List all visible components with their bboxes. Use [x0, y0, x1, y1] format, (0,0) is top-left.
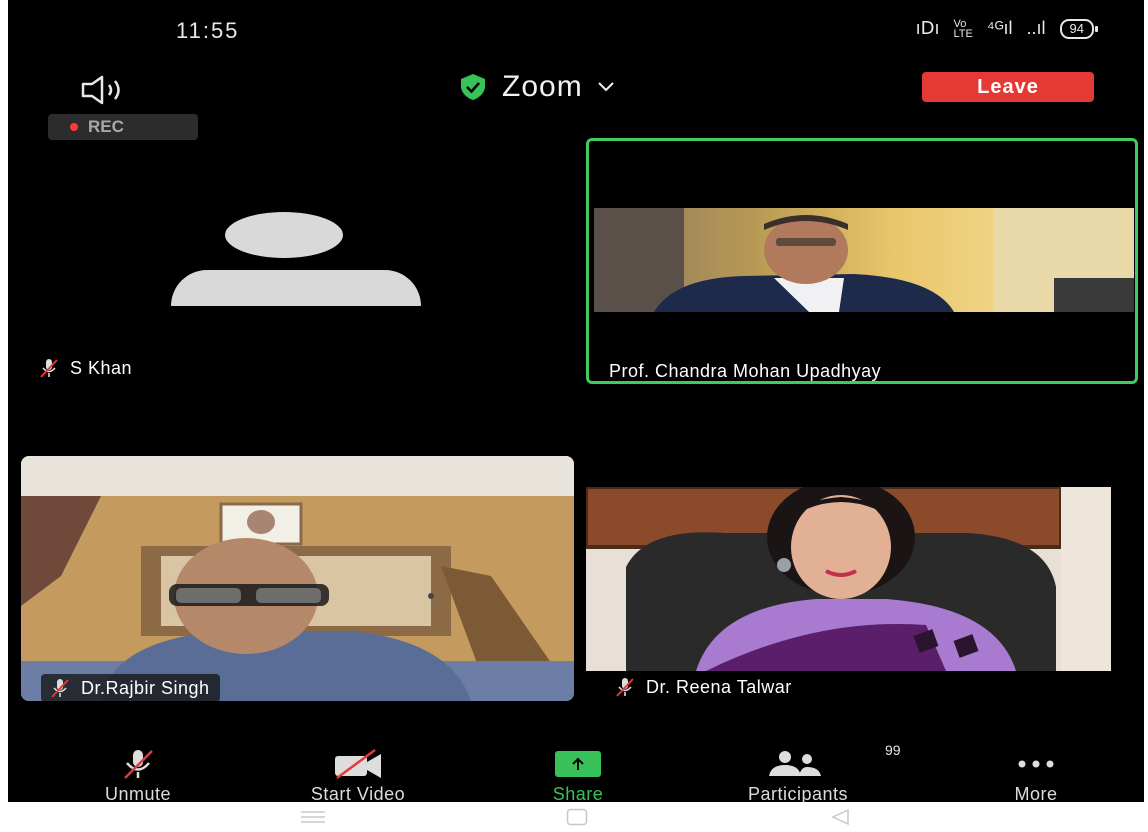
- participant-name-row: S Khan: [38, 357, 132, 379]
- record-dot-icon: [70, 123, 78, 131]
- share-button[interactable]: Share: [478, 748, 678, 802]
- avatar-body: [171, 270, 421, 306]
- video-frame: [594, 208, 1134, 312]
- participants-button[interactable]: 99 Participants: [698, 742, 901, 802]
- participant-name: Prof. Chandra Mohan Upadhyay: [609, 361, 882, 381]
- participant-name: Dr. Reena Talwar: [646, 676, 792, 697]
- meeting-toolbar: Unmute Start Video Share 99 Participants…: [8, 742, 1144, 802]
- back-icon[interactable]: [830, 808, 850, 826]
- vibrate-icon: ıⅮı: [915, 18, 940, 38]
- home-icon[interactable]: [566, 808, 588, 826]
- rec-label: REC: [88, 117, 124, 136]
- mic-off-icon: [616, 678, 634, 697]
- share-icon: [555, 751, 601, 777]
- participant-name: S Khan: [70, 357, 133, 378]
- battery-indicator: 94: [1059, 18, 1099, 39]
- participant-video: [594, 208, 1134, 312]
- mic-off-icon: [51, 679, 69, 698]
- mic-off-icon: [40, 359, 58, 378]
- start-video-label: Start Video: [310, 784, 406, 802]
- more-button[interactable]: More: [936, 748, 1136, 802]
- participants-label: Participants: [747, 784, 849, 802]
- meeting-title: Zoom: [502, 70, 583, 103]
- recording-badge[interactable]: REC: [48, 114, 198, 140]
- status-time: 11:55: [176, 18, 240, 43]
- mic-off-icon: [124, 750, 153, 779]
- 4g-signal-icon: ⁴ᴳıl: [986, 18, 1013, 38]
- status-icons: ıⅮı Vo LTE ⁴ᴳıl ..ıl 94: [915, 17, 1099, 40]
- chevron-down-icon: [597, 82, 614, 92]
- leave-button[interactable]: Leave: [922, 72, 1094, 102]
- participant-tile-s-khan[interactable]: S Khan: [8, 140, 578, 390]
- participants-count-badge: 99: [885, 742, 901, 758]
- participant-tile-prof-upadhyay[interactable]: Prof. Chandra Mohan Upadhyay: [586, 138, 1138, 384]
- participant-video: [21, 456, 574, 701]
- more-label: More: [1014, 784, 1058, 802]
- participant-name-row-reena: Dr. Reena Talwar: [614, 676, 792, 698]
- unmute-label: Unmute: [104, 784, 172, 802]
- speaker-icon[interactable]: [80, 74, 128, 106]
- participant-video: [586, 487, 1111, 671]
- menu-icon[interactable]: [300, 810, 326, 824]
- participants-icon: [769, 751, 821, 776]
- share-label: Share: [552, 784, 604, 802]
- more-dots-icon: [1018, 760, 1054, 768]
- avatar-head: [225, 212, 343, 258]
- zoom-meeting-screen: 11:55 ıⅮı Vo LTE ⁴ᴳıl ..ıl 94 Zoom Leave …: [8, 0, 1144, 802]
- participant-tile-reena-talwar[interactable]: [586, 487, 1111, 671]
- video-off-icon: [335, 748, 381, 780]
- shield-check-icon: [461, 74, 485, 100]
- volte-icon: Vo LTE: [953, 17, 973, 40]
- participant-name: Dr.Rajbir Singh: [81, 677, 210, 698]
- android-nav-bar: [0, 802, 1148, 832]
- participant-tile-rajbir-singh[interactable]: Dr.Rajbir Singh: [21, 456, 574, 701]
- meeting-title-dropdown[interactable]: Zoom: [458, 70, 615, 104]
- start-video-button[interactable]: Start Video: [258, 748, 458, 802]
- participant-name-row: Prof. Chandra Mohan Upadhyay: [609, 361, 882, 381]
- signal-icon: ..ıl: [1026, 18, 1046, 38]
- participant-name-row: Dr.Rajbir Singh: [41, 674, 220, 701]
- unmute-button[interactable]: Unmute: [38, 748, 238, 802]
